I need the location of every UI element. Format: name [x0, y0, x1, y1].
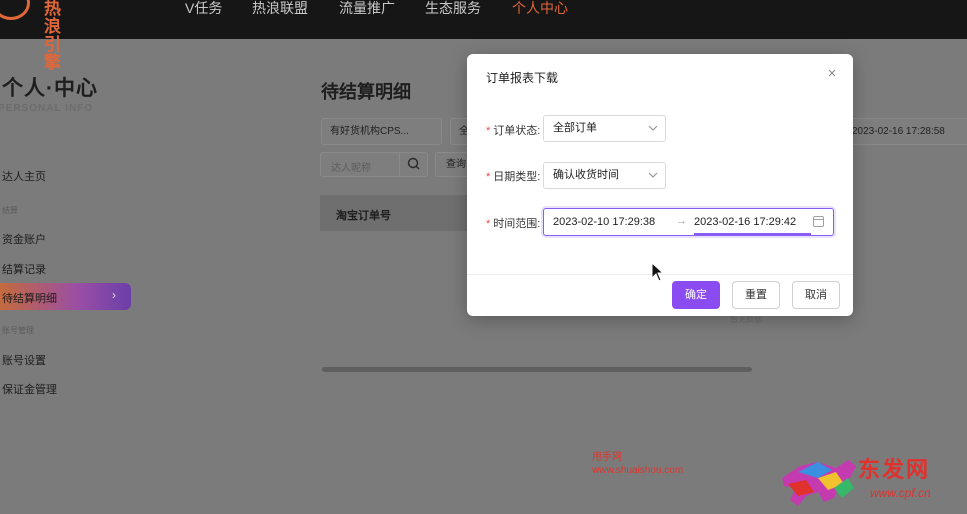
sidebar-item-pending-settlement[interactable]: 待结算明细 ›: [0, 283, 131, 310]
sidebar-item-fund-account[interactable]: 资金账户: [2, 231, 46, 247]
dialog-title: 订单报表下载: [486, 71, 559, 85]
date-range-field-bg[interactable]: 2023-02-16 17:28:58: [845, 118, 967, 145]
reset-button[interactable]: 重置: [732, 281, 780, 309]
date-type-label: * 日期类型:: [486, 171, 541, 183]
institution-select-value: 有好货机构CPS...: [330, 126, 409, 137]
range-start-input[interactable]: 2023-02-10 17:29:38: [553, 216, 655, 228]
nav-item-v-task[interactable]: V任务: [185, 0, 222, 16]
sidebar-group-settlement: 结算: [2, 206, 18, 215]
active-input-indicator: [694, 233, 811, 235]
order-status-select[interactable]: 全部订单: [543, 115, 666, 142]
institution-select[interactable]: 有好货机构CPS...: [321, 118, 442, 145]
search-icon[interactable]: [399, 153, 428, 176]
chevron-down-icon: [648, 116, 658, 151]
sidebar-subtitle: PERSONAL INFO: [0, 103, 94, 114]
sidebar-group-account: 账号管理: [2, 326, 34, 335]
page-title: 待结算明细: [321, 82, 411, 102]
chevron-down-icon: [648, 163, 658, 198]
order-status-label: * 订单状态:: [486, 125, 541, 137]
nav-item-alliance[interactable]: 热浪联盟: [252, 0, 308, 16]
watermark-logo-url: www.cpf.cn: [870, 486, 931, 500]
logo-mark-icon: [0, 0, 30, 20]
date-type-select[interactable]: 确认收货时间: [543, 162, 666, 189]
date-type-value: 确认收货时间: [553, 169, 619, 181]
watermark-logo-text: 东发网: [858, 457, 931, 483]
search-placeholder: 达人昵称: [331, 163, 371, 174]
mouse-cursor-icon: [651, 262, 665, 282]
nav-item-personal-center[interactable]: 个人中心: [512, 0, 568, 16]
sidebar-title: 个人·中心: [2, 77, 98, 100]
required-mark: *: [486, 125, 491, 137]
nav-item-traffic[interactable]: 流量推广: [339, 0, 395, 16]
close-icon[interactable]: ×: [824, 66, 840, 82]
calendar-icon[interactable]: [813, 216, 824, 227]
sidebar-item-settlement-records[interactable]: 结算记录: [2, 261, 46, 277]
required-mark: *: [486, 218, 491, 230]
cancel-button[interactable]: 取消: [792, 281, 840, 309]
logo[interactable]: 热浪引擎: [0, 0, 61, 72]
nav-item-ecology[interactable]: 生态服务: [425, 0, 481, 16]
top-nav: 热浪引擎 V任务 热浪联盟 流量推广 生态服务 个人中心: [0, 0, 967, 72]
watermark-line2: www.shuaishou.com: [592, 465, 684, 476]
time-range-label: * 时间范围:: [486, 218, 541, 230]
sidebar-item-deposit[interactable]: 保证金管理: [2, 381, 57, 397]
sidebar-item-homepage[interactable]: 达人主页: [2, 168, 46, 184]
confirm-button[interactable]: 确定: [672, 281, 720, 309]
sidebar-item-label: 待结算明细: [2, 293, 57, 305]
range-end-input[interactable]: 2023-02-16 17:29:42: [694, 216, 796, 228]
table-header-order-no: 淘宝订单号: [336, 210, 391, 222]
chevron-right-icon: ›: [112, 288, 116, 302]
order-status-value: 全部订单: [553, 122, 597, 134]
search-input[interactable]: 达人昵称: [320, 152, 428, 177]
watermark-line1: 甩手网: [592, 452, 622, 463]
arrow-right-icon: →: [676, 215, 687, 227]
logo-text: 热浪引擎: [44, 0, 62, 72]
date-range-end-bg: 2023-02-16 17:28:58: [852, 126, 945, 137]
horizontal-scrollbar[interactable]: [322, 367, 752, 372]
time-range-picker[interactable]: 2023-02-10 17:29:38 → 2023-02-16 17:29:4…: [543, 208, 834, 236]
sidebar-item-account-settings[interactable]: 账号设置: [2, 352, 46, 368]
required-mark: *: [486, 171, 491, 183]
